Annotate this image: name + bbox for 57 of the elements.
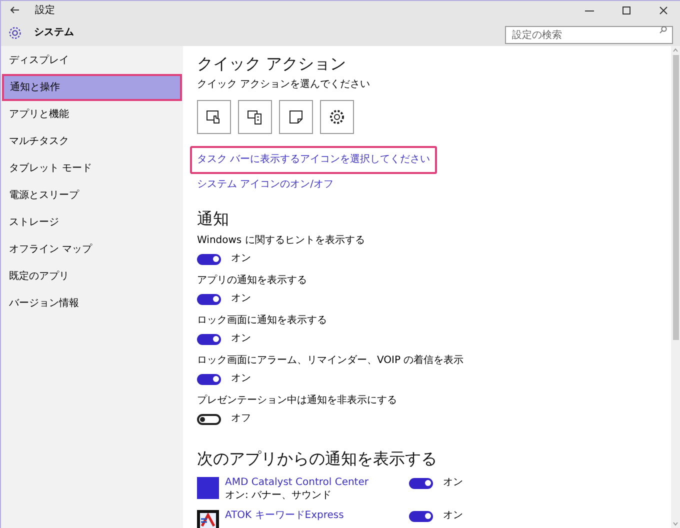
search-field[interactable]: 設定の検索: [505, 26, 673, 44]
sidebar-item[interactable]: 既定のアプリ: [1, 263, 183, 290]
app-icon: [197, 510, 219, 528]
app-name[interactable]: ATOK キーワードExpress: [225, 510, 405, 522]
section-heading: 次のアプリからの通知を表示する: [197, 449, 437, 469]
toggle-switch[interactable]: [197, 374, 221, 384]
quick-action-tile[interactable]: [320, 100, 354, 134]
toggle-switch[interactable]: [197, 414, 221, 424]
setting-label: Windows に関するヒントを表示する: [197, 235, 365, 247]
scrollbar-thumb[interactable]: [672, 55, 678, 340]
sidebar-item[interactable]: マルチタスク: [1, 128, 183, 155]
quick-action-tile[interactable]: [279, 100, 313, 134]
scrollbar[interactable]: [671, 46, 680, 528]
sidebar-item[interactable]: 電源とスリープ: [1, 182, 183, 209]
quick-action-tile[interactable]: [238, 100, 272, 134]
window-title: 設定: [35, 4, 55, 18]
app-icon: [197, 477, 219, 499]
toggle-state: オン: [231, 333, 251, 345]
search-icon[interactable]: [659, 26, 667, 34]
close-icon[interactable]: [659, 6, 668, 14]
setting-label: ロック画面に通知を表示する: [197, 315, 327, 327]
page-title: システム: [34, 26, 74, 40]
toggle-switch[interactable]: [409, 478, 433, 488]
sidebar-item[interactable]: オフライン マップ: [1, 236, 183, 263]
toggle-state: オン: [231, 373, 251, 385]
note-icon: [287, 108, 305, 126]
sidebar-item[interactable]: バージョン情報: [1, 290, 183, 317]
toggle-state: オン: [231, 253, 251, 265]
toggle-state: オン: [443, 477, 463, 489]
quick-action-tile[interactable]: [197, 100, 231, 134]
setting-label: プレゼンテーション中は通知を非表示にする: [197, 395, 397, 407]
toggle-state: オン: [231, 293, 251, 305]
setting-label: ロック画面にアラーム、リマインダー、VOIP の着信を表示: [197, 355, 464, 367]
setting-label: アプリの通知を表示する: [197, 275, 307, 287]
maximize-icon[interactable]: [622, 6, 631, 14]
sidebar-item[interactable]: タブレット モード: [1, 155, 183, 182]
toggle-switch[interactable]: [409, 510, 433, 522]
sidebar-item[interactable]: アプリと機能: [1, 101, 183, 128]
section-heading: 通知: [197, 209, 229, 229]
sidebar-item[interactable]: ディスプレイ: [1, 47, 183, 74]
toggle-state: オフ: [231, 413, 251, 425]
sidebar-item[interactable]: ストレージ: [1, 209, 183, 236]
link[interactable]: タスク バーに表示するアイコンを選択してください: [190, 146, 438, 174]
toggle-switch[interactable]: [197, 254, 221, 264]
toggle-switch[interactable]: [197, 334, 221, 344]
app-detail: オン: バナー、サウンド: [225, 490, 333, 502]
sidebar-item[interactable]: 通知と操作: [2, 74, 182, 101]
link[interactable]: システム アイコンのオン/オフ: [197, 179, 334, 191]
section-subtitle: クイック アクションを選んでください: [197, 79, 370, 91]
toggle-switch[interactable]: [197, 294, 221, 304]
toggle-state: オン: [443, 510, 463, 522]
gear-icon: [328, 108, 346, 126]
back-arrow-icon[interactable]: [10, 6, 20, 14]
gear-icon: [8, 26, 22, 40]
section-heading: クイック アクション: [197, 54, 346, 74]
display-icon: [246, 108, 264, 126]
app-name[interactable]: AMD Catalyst Control Center: [225, 477, 405, 489]
